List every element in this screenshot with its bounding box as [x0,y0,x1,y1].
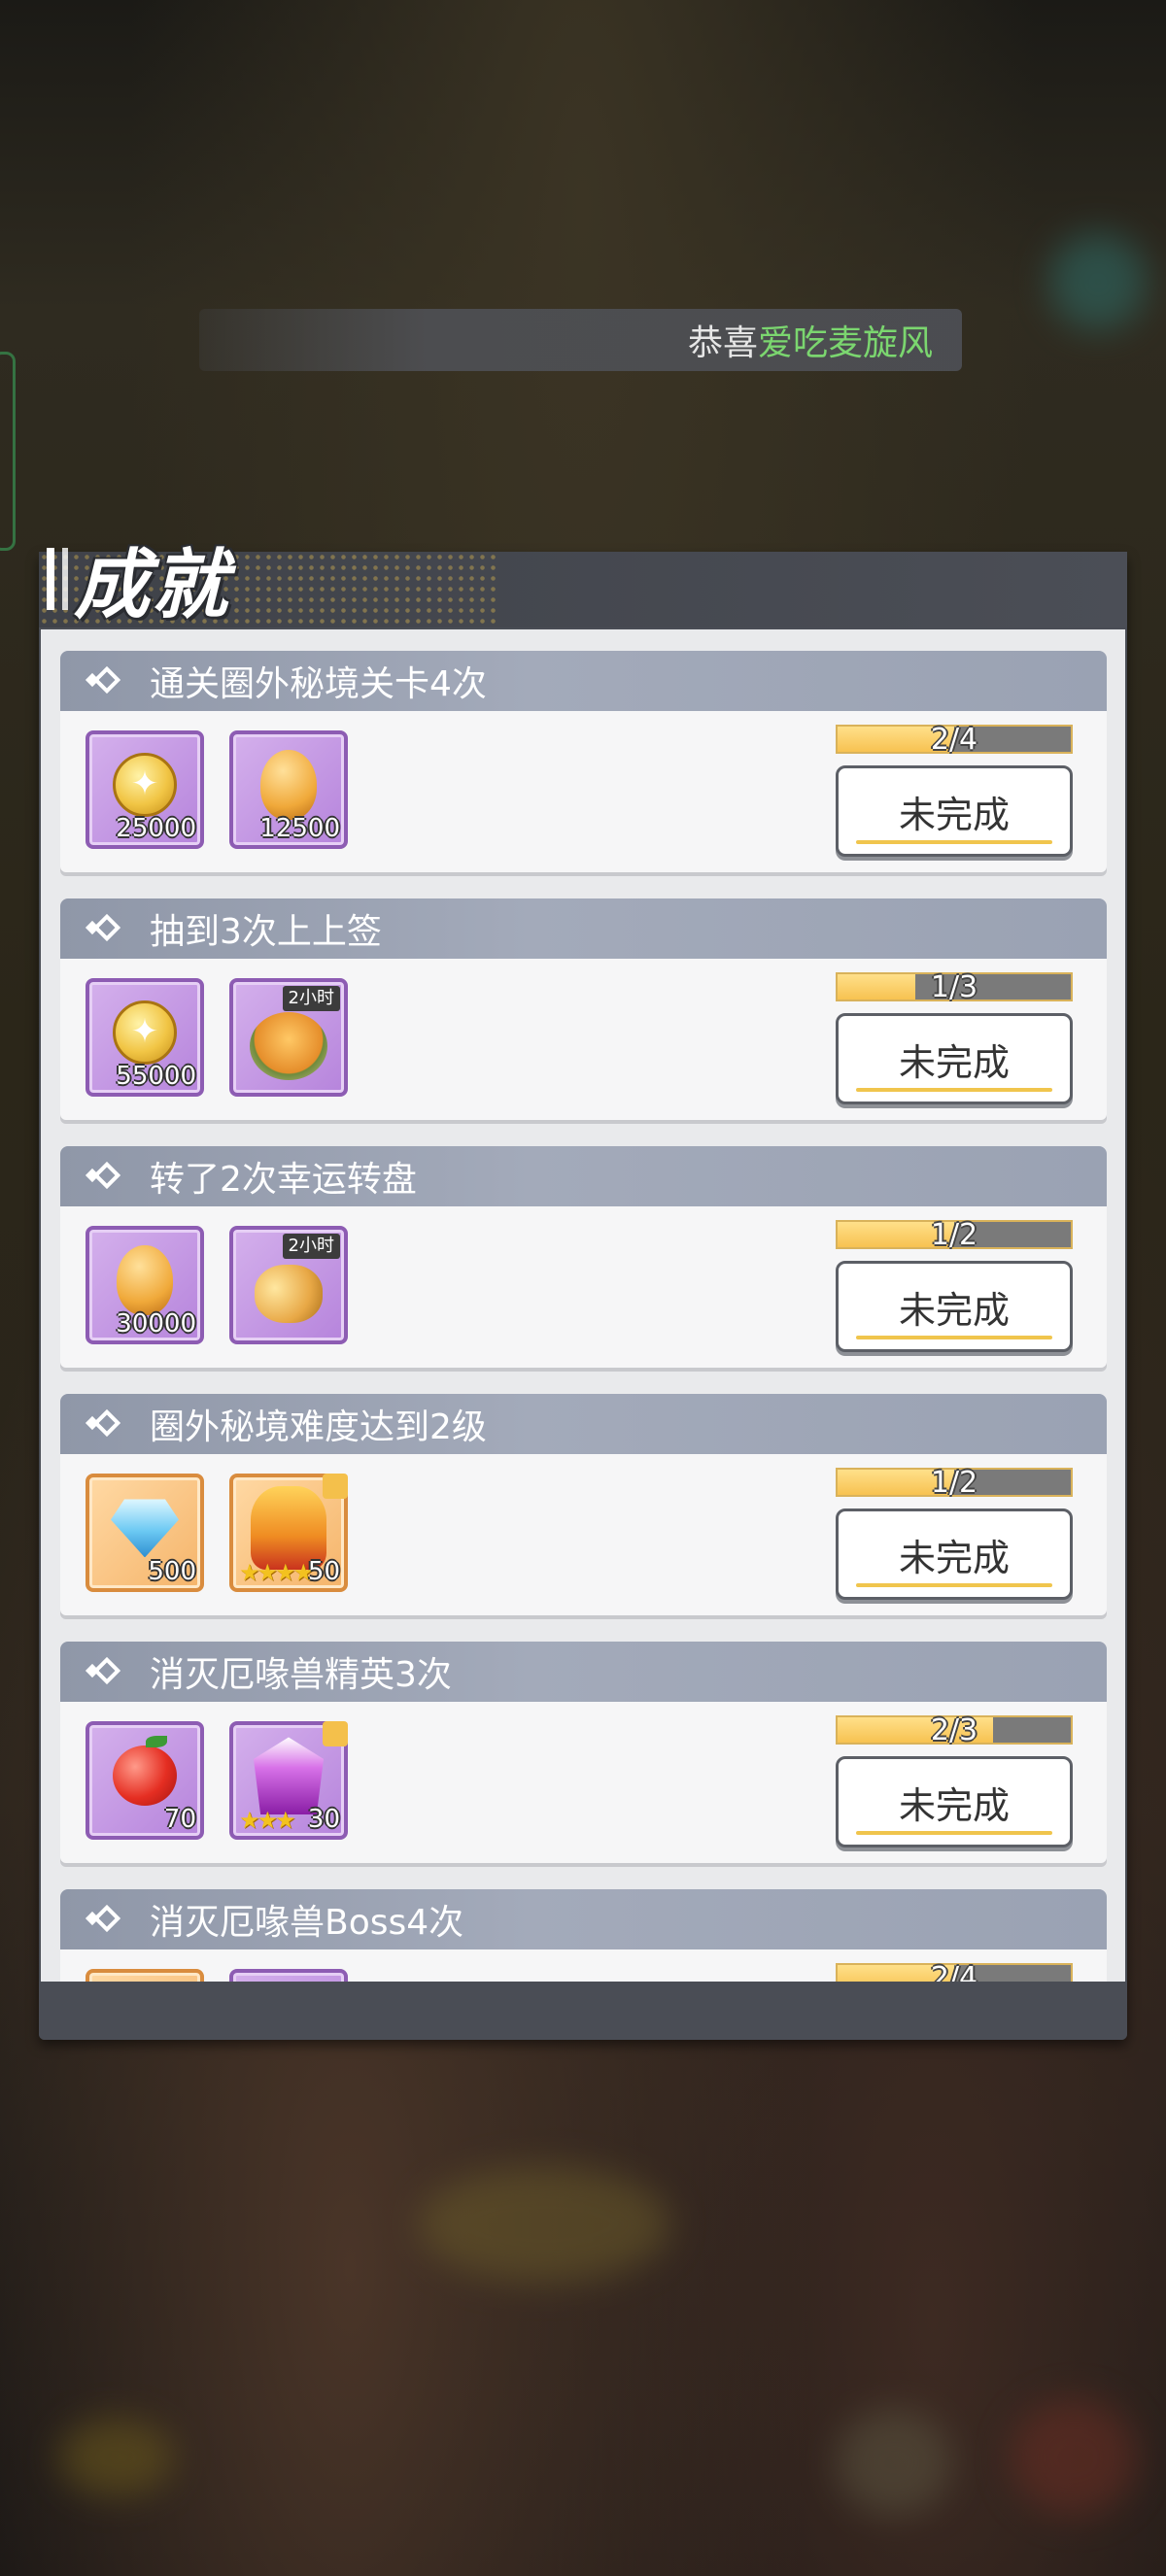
reward-item[interactable] [229,1969,348,1982]
announcement-player-name: 爱吃麦旋风 [757,323,933,363]
progress-text: 1/2 [930,1218,978,1252]
achievement-header: 抽到3次上上签 [60,898,1107,959]
diamond-bullet-icon [87,1404,128,1444]
background-glow [1049,233,1147,330]
progress-text: 2/4 [930,1961,978,1982]
reward-item[interactable] [86,1969,204,1982]
panel-title-wrap: 成就 [47,530,229,629]
title-accent-bar [47,548,54,610]
status-button[interactable]: 未完成 [836,1013,1073,1104]
achievement-panel: 成就 通关圈外秘境关卡4次 25000 12500 2/4 [39,542,1127,2040]
golden-seed-icon [117,1245,173,1316]
side-tab[interactable] [0,352,16,551]
status-button[interactable]: 未完成 [836,1261,1073,1352]
background-glow [418,2166,670,2283]
status-button[interactable]: 未完成 [836,765,1073,857]
panel-title: 成就 [74,542,230,629]
food-plate-icon [250,1012,327,1081]
reward-quantity: 12500 [259,814,340,843]
achievement-card: 转了2次幸运转盘 30000 2小时 1/2 未完成 [60,1146,1107,1372]
reward-item[interactable]: 2小时 [229,1226,348,1344]
progress-bar: 2/4 [836,723,1073,757]
star-rating: ★★★★ [239,1559,314,1586]
reward-quantity: 50 [307,1557,340,1586]
reward-quantity: 30 [307,1805,340,1834]
diamond-bullet-icon [87,1156,128,1197]
achievement-card: 抽到3次上上签 55000 2小时 1/3 未完成 [60,898,1107,1124]
achievement-title: 消灭厄喙兽Boss4次 [150,1903,464,1943]
reward-item[interactable]: ★★★ 30 [229,1721,348,1840]
reward-item[interactable]: 12500 [229,730,348,849]
puzzle-piece-icon [323,1474,348,1499]
panel-footer [39,1982,1127,2040]
achievement-title: 圈外秘境难度达到2级 [150,1407,487,1447]
reward-item[interactable]: 70 [86,1721,204,1840]
progress-bar: 1/2 [836,1466,1073,1500]
background-glow [1011,2399,1137,2516]
reward-item[interactable]: 30000 [86,1226,204,1344]
reward-item[interactable]: 25000 [86,730,204,849]
reward-quantity: 70 [163,1805,196,1834]
achievement-body: 70 ★★★ 30 2/3 未完成 [60,1702,1107,1863]
achievement-header: 转了2次幸运转盘 [60,1146,1107,1206]
reward-quantity: 25000 [116,814,196,843]
achievement-title: 通关圈外秘境关卡4次 [150,664,487,704]
achievement-card: 消灭厄喙兽Boss4次 2/4 [60,1889,1107,1982]
puzzle-piece-icon [323,1721,348,1746]
title-accent-bar [62,548,68,610]
diamond-bullet-icon [87,1651,128,1692]
status-button[interactable]: 未完成 [836,1508,1073,1600]
progress-text: 1/3 [930,970,978,1004]
progress-text: 2/3 [930,1713,978,1747]
achievement-body: 2/4 [60,1949,1107,1982]
achievement-card: 通关圈外秘境关卡4次 25000 12500 2/4 未完成 [60,651,1107,876]
achievement-body: 25000 12500 2/4 未完成 [60,711,1107,872]
achievement-body: 500 ★★★★ 50 1/2 未完成 [60,1454,1107,1615]
status-button[interactable]: 未完成 [836,1756,1073,1847]
diamond-bullet-icon [87,908,128,949]
achievement-body: 55000 2小时 1/3 未完成 [60,959,1107,1120]
achievement-card: 圈外秘境难度达到2级 500 ★★★★ 50 1/2 未完成 [60,1394,1107,1619]
reward-item[interactable]: 500 [86,1474,204,1592]
achievement-title: 消灭厄喙兽精英3次 [150,1655,452,1695]
achievement-header: 消灭厄喙兽精英3次 [60,1642,1107,1702]
diamond-gem-icon [111,1499,179,1558]
achievement-header: 消灭厄喙兽Boss4次 [60,1889,1107,1949]
announcement-banner: 恭喜 爱吃麦旋风 [199,309,962,371]
gold-coin-icon [113,1000,177,1066]
reward-quantity: 55000 [116,1062,196,1091]
achievement-title: 抽到3次上上签 [150,912,382,952]
duration-tag: 2小时 [282,986,340,1011]
coin-stack-icon [255,1265,323,1324]
reward-item[interactable]: 2小时 [229,978,348,1097]
achievement-card: 消灭厄喙兽精英3次 70 ★★★ 30 2/3 未完成 [60,1642,1107,1867]
reward-quantity: 30000 [116,1309,196,1339]
background-glow [836,2409,952,2516]
progress-bar: 2/3 [836,1713,1073,1747]
golden-seed-icon [260,750,317,821]
reward-item[interactable]: 55000 [86,978,204,1097]
background-glow [58,2419,175,2496]
progress-text: 2/4 [930,723,978,757]
achievement-body: 30000 2小时 1/2 未完成 [60,1206,1107,1368]
progress-bar: 1/3 [836,970,1073,1004]
achievement-list[interactable]: 通关圈外秘境关卡4次 25000 12500 2/4 未完成 [41,629,1125,1982]
reward-quantity: 500 [148,1557,196,1586]
achievement-header: 通关圈外秘境关卡4次 [60,651,1107,711]
achievement-title: 转了2次幸运转盘 [150,1160,417,1200]
diamond-bullet-icon [87,661,128,701]
star-rating: ★★★ [239,1807,296,1834]
gold-coin-icon [113,753,177,818]
purple-helmet-icon [254,1737,324,1815]
red-fruit-icon [113,1736,177,1807]
duration-tag: 2小时 [282,1234,340,1259]
announcement-prefix: 恭喜 [687,323,758,363]
achievement-header: 圈外秘境难度达到2级 [60,1394,1107,1454]
diamond-bullet-icon [87,1899,128,1940]
progress-bar: 1/2 [836,1218,1073,1252]
progress-text: 1/2 [930,1466,978,1500]
reward-item[interactable]: ★★★★ 50 [229,1474,348,1592]
progress-bar: 2/4 [836,1961,1073,1982]
